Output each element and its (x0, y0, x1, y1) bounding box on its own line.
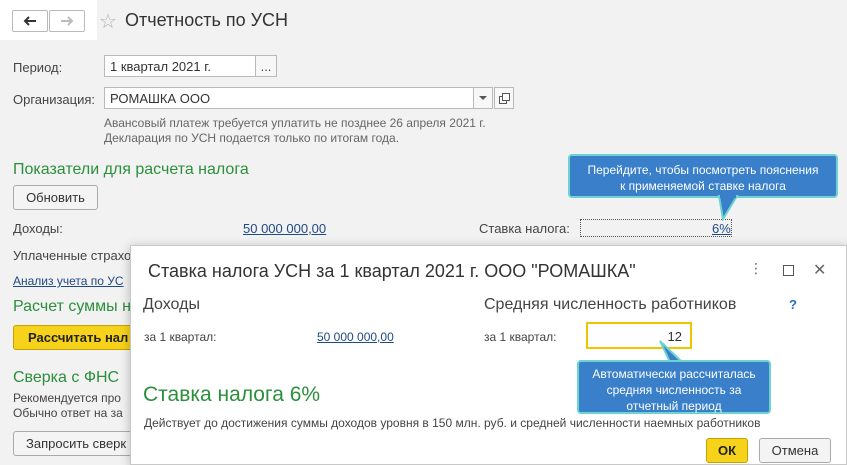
payment-note: Авансовый платеж требуется уплатить не п… (104, 116, 486, 130)
org-open-button[interactable] (494, 87, 514, 109)
staff-period-label: за 1 квартал: (484, 330, 557, 344)
org-dropdown-button[interactable] (473, 87, 493, 109)
back-button[interactable] (12, 10, 48, 32)
more-icon[interactable]: ⋮ (749, 260, 763, 277)
arrow-left-icon (23, 16, 36, 26)
tooltip-line: Перейдите, чтобы посмотреть пояснения (587, 163, 819, 177)
period-field[interactable]: 1 квартал 2021 г. (104, 55, 256, 77)
recon-text-1: Рекомендуется про (13, 391, 121, 405)
ok-button[interactable]: ОК (706, 438, 748, 463)
period-value: 1 квартал 2021 г. (110, 58, 211, 74)
open-form-icon (498, 92, 510, 104)
tooltip-line: к применяемой ставке налога (620, 179, 786, 193)
close-icon[interactable]: ✕ (813, 260, 826, 280)
refresh-button[interactable]: Обновить (13, 185, 98, 210)
income-value-link[interactable]: 50 000 000,00 (243, 221, 326, 236)
dialog-title: Ставка налога УСН за 1 квартал 2021 г. О… (148, 261, 636, 281)
help-icon[interactable]: ? (789, 297, 797, 312)
staff-heading: Средняя численность работников (484, 296, 737, 313)
analysis-link[interactable]: Анализ учета по УС (13, 274, 124, 288)
dialog-income-heading: Доходы (143, 296, 200, 313)
forward-button[interactable] (49, 10, 85, 32)
declaration-note: Декларация по УСН подается только по ито… (104, 131, 400, 145)
staff-hint-tooltip: Автоматически рассчиталась средняя числе… (577, 360, 771, 414)
page-title: Отчетность по УСН (125, 10, 289, 30)
rate-hint-tooltip: Перейдите, чтобы посмотреть пояснения к … (568, 154, 838, 198)
recon-text-2: Обычно ответ на за (13, 406, 123, 420)
rate-heading: Ставка налога 6% (143, 383, 321, 406)
tooltip-line: средняя численность за (606, 383, 742, 397)
tax-rate-label: Ставка налога: (479, 221, 570, 236)
tooltip-line: отчетный период (626, 399, 722, 413)
org-field[interactable]: РОМАШКА ООО (104, 87, 474, 109)
maximize-icon[interactable] (783, 265, 794, 276)
arrow-right-icon (61, 16, 74, 26)
org-label: Организация: (13, 92, 96, 107)
calculation-section-title: Расчет суммы н (13, 298, 131, 315)
dialog-income-link[interactable]: 50 000 000,00 (317, 330, 394, 344)
fns-reconciliation-title: Сверка с ФНС (13, 369, 120, 386)
tax-rate-dialog: Ставка налога УСН за 1 квартал 2021 г. О… (130, 245, 847, 465)
tax-rate-link[interactable]: 6% (712, 221, 731, 236)
chevron-down-icon (479, 95, 487, 100)
indicators-section-title: Показатели для расчета налога (13, 161, 249, 178)
period-label: Период: (13, 60, 63, 75)
tax-rate-field[interactable] (580, 219, 732, 237)
tooltip-line: Автоматически рассчиталась (592, 367, 756, 381)
request-reconciliation-button[interactable]: Запросить сверк (13, 431, 138, 456)
period-select-button[interactable]: ... (255, 55, 277, 77)
tooltip-pointer (717, 195, 739, 221)
insurance-paid-label: Уплаченные страхо (13, 248, 132, 263)
income-label: Доходы: (13, 221, 63, 236)
favorite-star-icon[interactable]: ☆ (99, 9, 117, 34)
org-value: РОМАШКА ООО (110, 90, 211, 106)
rate-note: Действует до достижения суммы доходов ур… (144, 416, 761, 430)
dialog-income-period-label: за 1 квартал: (144, 330, 217, 344)
cancel-button[interactable]: Отмена (759, 438, 831, 463)
calculate-tax-button[interactable]: Рассчитать нал (13, 325, 138, 350)
